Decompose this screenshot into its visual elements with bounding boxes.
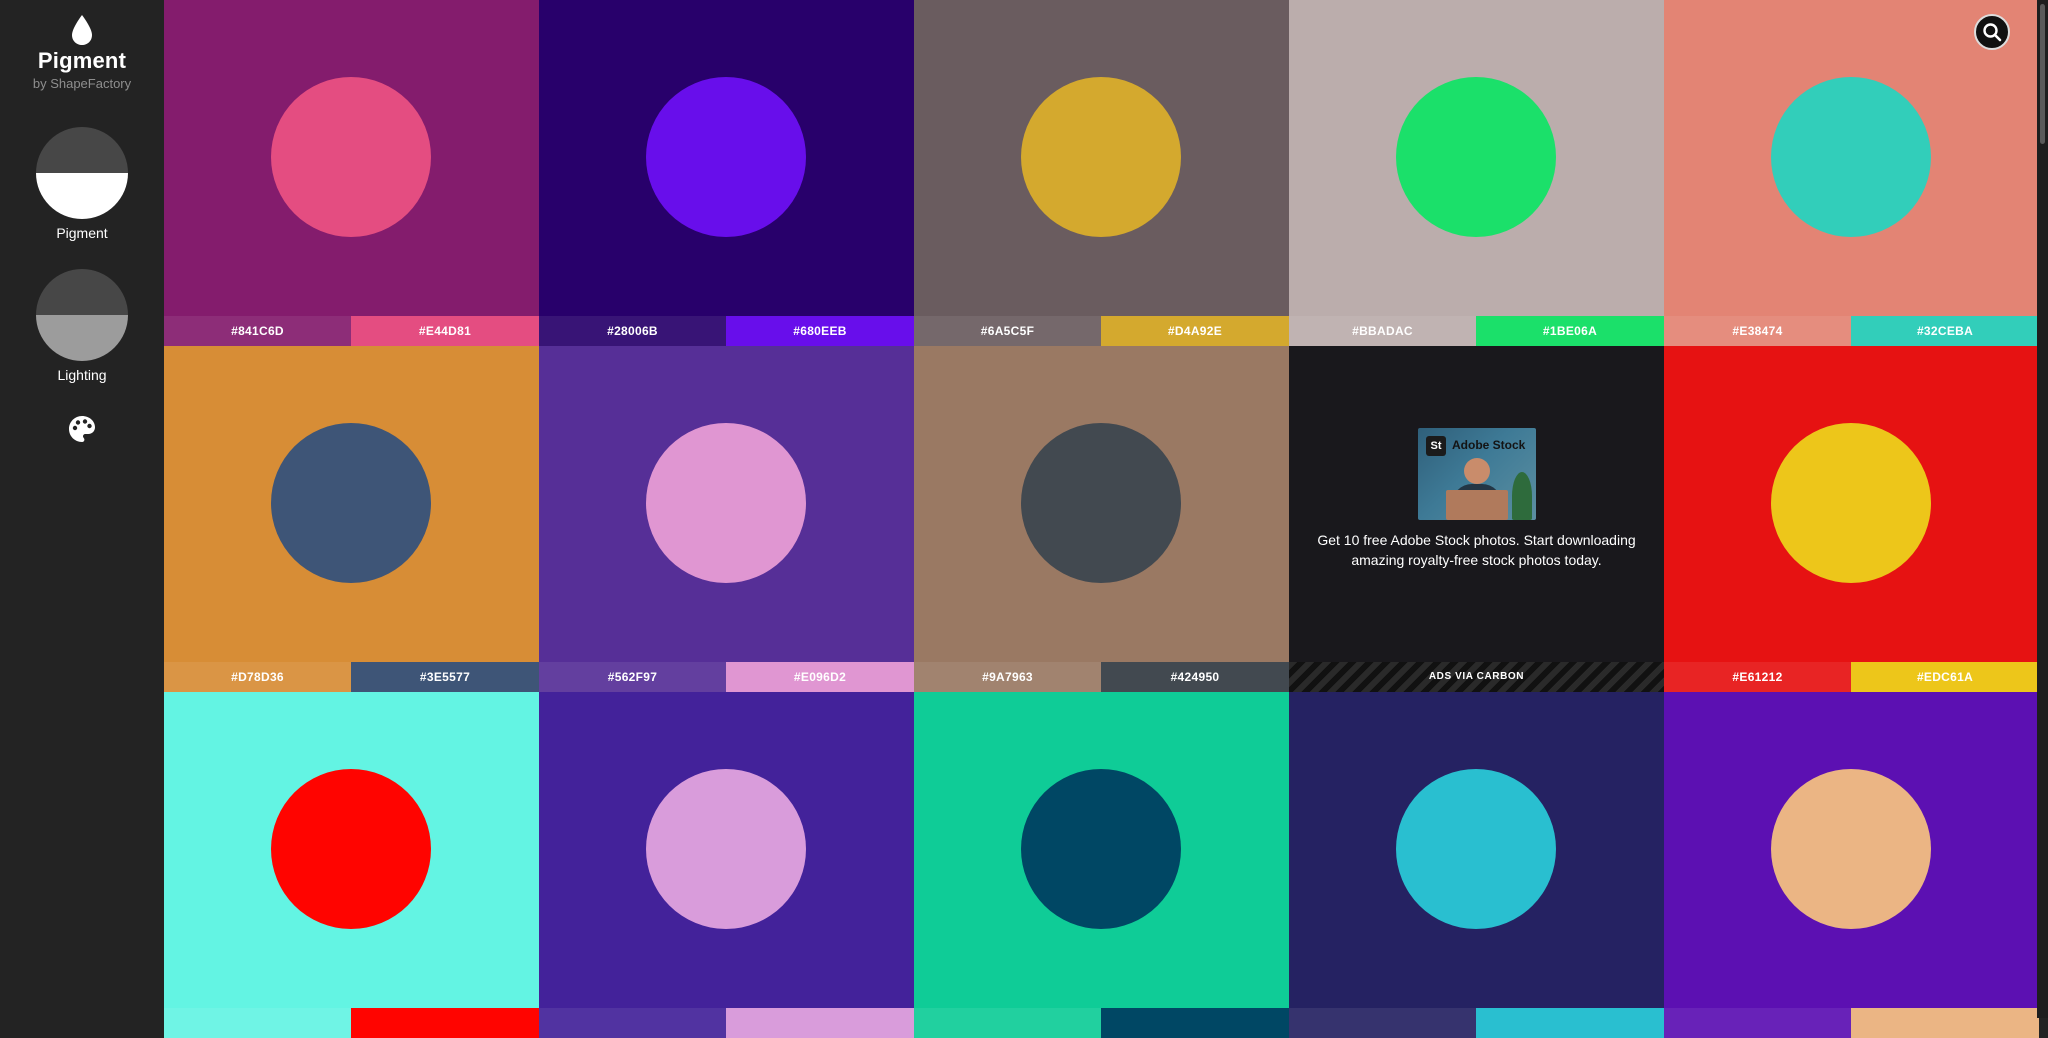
color-tile[interactable]: #E38474 #32CEBA [1664, 0, 2039, 346]
background-color-chip[interactable]: #E38474 [1664, 316, 1851, 346]
foreground-color-chip[interactable] [726, 1008, 914, 1038]
background-color-chip[interactable]: #562F97 [539, 662, 726, 692]
color-tile[interactable]: #6A5C5F #D4A92E [914, 0, 1289, 346]
foreground-color-chip[interactable]: #EDC61A [1851, 662, 2039, 692]
foreground-color-chip[interactable] [1101, 1008, 1289, 1038]
background-color-chip[interactable]: #841C6D [164, 316, 351, 346]
foreground-color-chip[interactable]: #424950 [1101, 662, 1289, 692]
sidebar: Pigment by ShapeFactory Pigment Lighting [0, 0, 164, 1018]
color-tile[interactable] [914, 692, 1289, 1038]
ad-tile[interactable]: St Adobe Stock Get 10 free Adobe Stock pho… [1289, 346, 1664, 692]
foreground-color-chip[interactable] [1851, 1008, 2039, 1038]
pigment-mode-button[interactable] [36, 127, 128, 219]
foreground-color-chip[interactable] [1476, 1008, 1664, 1038]
lighting-mode-icon-bottom [36, 315, 128, 361]
color-circle[interactable] [1771, 769, 1931, 929]
ad-image-person-head [1464, 458, 1490, 484]
scroll-thumb[interactable] [2040, 4, 2045, 144]
lighting-mode-label[interactable]: Lighting [0, 367, 164, 383]
ad-image-laptop [1446, 490, 1508, 520]
color-tile[interactable]: #D78D36 #3E5577 [164, 346, 539, 692]
color-circle[interactable] [1771, 77, 1931, 237]
color-circle[interactable] [646, 769, 806, 929]
ad-image[interactable]: St Adobe Stock [1418, 428, 1536, 520]
color-circle[interactable] [1396, 769, 1556, 929]
color-tile[interactable]: #E61212 #EDC61A [1664, 346, 2039, 692]
ad-footer-link[interactable]: ADS VIA CARBON [1289, 662, 1664, 692]
adobe-stock-logo: St [1426, 436, 1446, 456]
color-tile[interactable] [1289, 692, 1664, 1038]
background-color-chip[interactable]: #6A5C5F [914, 316, 1101, 346]
foreground-color-chip[interactable]: #E44D81 [351, 316, 539, 346]
foreground-color-chip[interactable]: #E096D2 [726, 662, 914, 692]
color-grid: #841C6D #E44D81 #28006B #680EEB #6A5C5F #D4A9… [164, 0, 2039, 1038]
color-tile[interactable]: #28006B #680EEB [539, 0, 914, 346]
scrollbar[interactable] [2037, 0, 2048, 1018]
adobe-stock-brand: Adobe Stock [1452, 438, 1526, 452]
color-tile[interactable] [539, 692, 914, 1038]
background-color-chip[interactable]: #D78D36 [164, 662, 351, 692]
color-circle[interactable] [1021, 769, 1181, 929]
foreground-color-chip[interactable]: #32CEBA [1851, 316, 2039, 346]
foreground-color-chip[interactable]: #D4A92E [1101, 316, 1289, 346]
foreground-color-chip[interactable]: #680EEB [726, 316, 914, 346]
background-color-chip[interactable]: #E61212 [1664, 662, 1851, 692]
background-color-chip[interactable]: #9A7963 [914, 662, 1101, 692]
drop-icon[interactable] [70, 14, 94, 46]
pigment-mode-label[interactable]: Pigment [0, 225, 164, 241]
background-color-chip[interactable] [1664, 1008, 1851, 1038]
color-circle[interactable] [271, 423, 431, 583]
search-icon [1983, 23, 2002, 42]
foreground-color-chip[interactable]: #1BE06A [1476, 316, 1664, 346]
color-circle[interactable] [1021, 77, 1181, 237]
color-circle[interactable] [271, 77, 431, 237]
color-circle[interactable] [1771, 423, 1931, 583]
lighting-mode-button[interactable] [36, 269, 128, 361]
color-circle[interactable] [646, 77, 806, 237]
pigment-mode-icon-top [36, 127, 128, 173]
background-color-chip[interactable] [1289, 1008, 1476, 1038]
background-color-chip[interactable]: #28006B [539, 316, 726, 346]
color-circle[interactable] [646, 423, 806, 583]
ad-image-plant [1512, 472, 1532, 520]
brand-title[interactable]: Pigment [0, 48, 164, 74]
brand-subtitle[interactable]: by ShapeFactory [0, 76, 164, 91]
color-circle[interactable] [1021, 423, 1181, 583]
background-color-chip[interactable] [539, 1008, 726, 1038]
color-tile[interactable]: #562F97 #E096D2 [539, 346, 914, 692]
color-tile[interactable]: #9A7963 #424950 [914, 346, 1289, 692]
lighting-mode-icon-top [36, 269, 128, 315]
color-tile[interactable]: #841C6D #E44D81 [164, 0, 539, 346]
pigment-mode-icon-bottom [36, 173, 128, 219]
ad-text[interactable]: Get 10 free Adobe Stock photos. Start do… [1309, 530, 1644, 570]
search-button[interactable] [1974, 14, 2010, 50]
background-color-chip[interactable]: #BBADAC [1289, 316, 1476, 346]
background-color-chip[interactable] [164, 1008, 351, 1038]
foreground-color-chip[interactable] [351, 1008, 539, 1038]
background-color-chip[interactable] [914, 1008, 1101, 1038]
color-circle[interactable] [1396, 77, 1556, 237]
palette-icon[interactable] [67, 414, 97, 444]
color-circle[interactable] [271, 769, 431, 929]
color-tile[interactable]: #BBADAC #1BE06A [1289, 0, 1664, 346]
color-tile[interactable] [164, 692, 539, 1038]
color-tile[interactable] [1664, 692, 2039, 1038]
foreground-color-chip[interactable]: #3E5577 [351, 662, 539, 692]
